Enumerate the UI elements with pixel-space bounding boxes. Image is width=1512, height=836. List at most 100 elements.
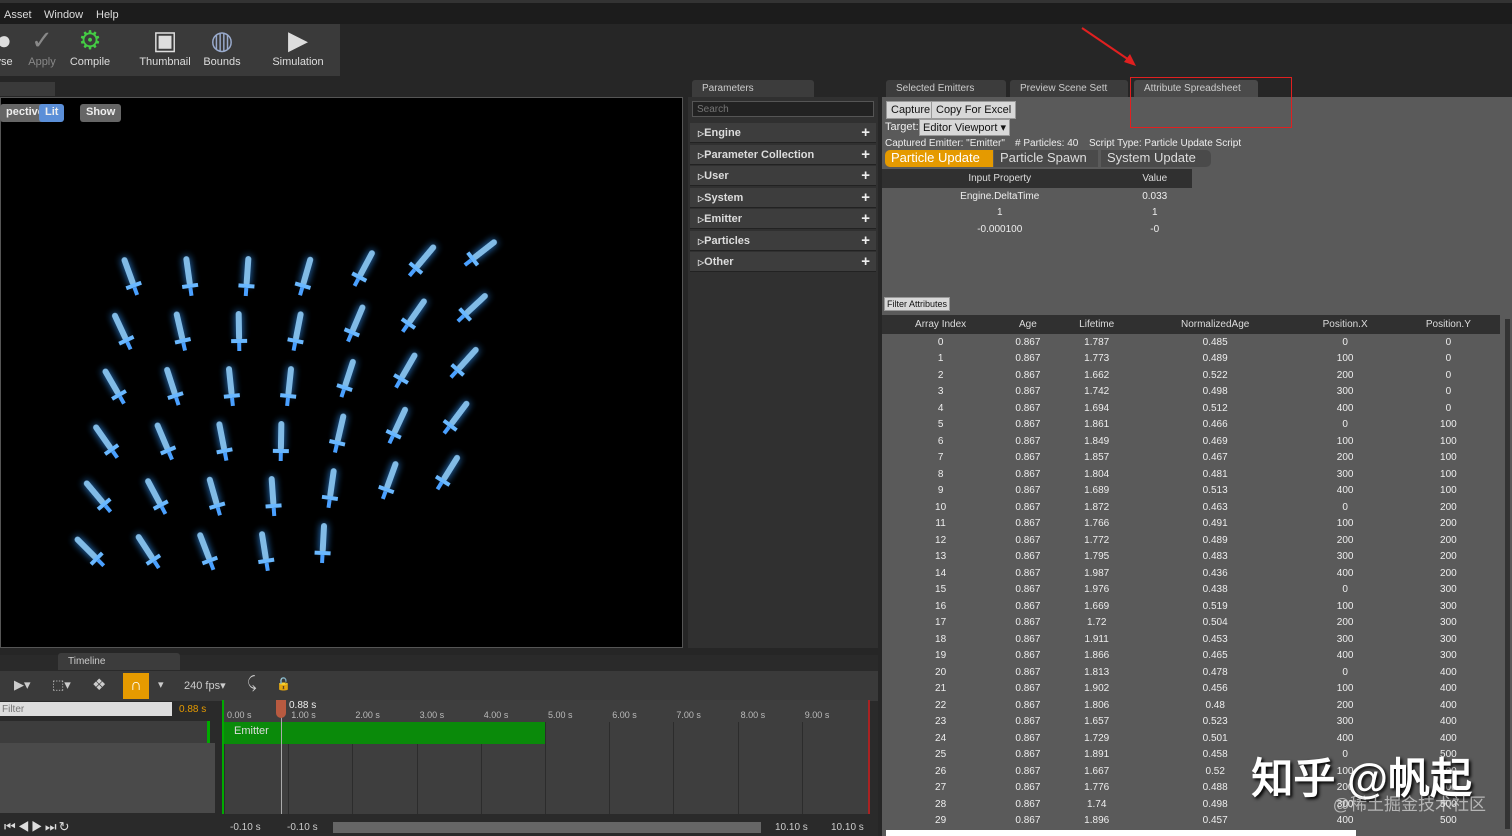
working-start[interactable]: -0.10 s	[287, 822, 318, 833]
add-icon[interactable]: +	[861, 124, 870, 141]
cell: 0.867	[1015, 386, 1041, 398]
copy-for-excel-button[interactable]: Copy For Excel	[931, 101, 1017, 119]
column-header[interactable]: Age	[999, 315, 1057, 334]
cell: 0.867	[1015, 551, 1041, 563]
cell: 1.861	[1084, 419, 1110, 431]
tab-particle-update[interactable]: Particle Update	[885, 150, 993, 167]
working-end[interactable]: 10.10 s	[775, 822, 808, 833]
keyframe-icon[interactable]: ❖	[92, 675, 106, 695]
compile-button[interactable]: ⚙ Compile	[66, 24, 114, 74]
column-header[interactable]: Position.X	[1293, 315, 1397, 334]
cell: 1.772	[1084, 534, 1110, 546]
play-dropdown[interactable]: ▶▾	[14, 677, 31, 693]
snap-magnet-icon[interactable]: ∩	[123, 673, 149, 699]
cell: 0	[1445, 402, 1452, 414]
apply-button[interactable]: ✓ Apply	[24, 24, 60, 74]
cell: 0.485	[1202, 336, 1228, 348]
tab-timeline[interactable]: Timeline	[58, 653, 180, 670]
lit-button[interactable]: Lit	[39, 104, 65, 122]
menu-asset[interactable]: Asset	[4, 9, 32, 21]
thumbnail-button[interactable]: ▣ Thumbnail	[138, 24, 192, 74]
range-slider[interactable]	[333, 822, 761, 833]
param-section[interactable]: ▷Engine +	[690, 123, 876, 143]
filter-attributes-button[interactable]: Filter Attributes	[884, 297, 951, 311]
sword-particle	[343, 304, 366, 343]
timeline-filter-input[interactable]	[0, 702, 172, 716]
cell: 0.867	[1015, 716, 1041, 728]
preview-viewport[interactable]	[0, 97, 683, 648]
browse-button[interactable]: ●vse	[0, 24, 16, 74]
tab-0[interactable]: Selected Emitters	[886, 80, 1006, 97]
column-header[interactable]: Position.Y	[1396, 315, 1500, 334]
tab-system-update[interactable]: System Update	[1101, 150, 1211, 167]
emitter-track-header[interactable]	[0, 721, 210, 743]
playhead-time: 0.88 s	[289, 700, 317, 711]
param-section[interactable]: ▷Particles +	[690, 230, 876, 251]
viewport-tab[interactable]	[0, 82, 55, 96]
add-icon[interactable]: +	[861, 210, 870, 227]
tab-1[interactable]: Preview Scene Sett	[1010, 80, 1128, 97]
parameters-search-input[interactable]	[692, 101, 874, 117]
attribute-spreadsheet-panel: Capture Copy For Excel Target: Editor Vi…	[882, 97, 1512, 836]
menu-window[interactable]: Window	[44, 9, 83, 21]
select-dropdown[interactable]: ⬚▾	[52, 677, 71, 693]
bounds-button[interactable]: ◍ Bounds	[200, 24, 244, 74]
sword-particle	[407, 244, 437, 278]
cell: 0	[1342, 419, 1348, 431]
param-section[interactable]: ▷User +	[690, 166, 876, 186]
horizontal-scrollbar[interactable]	[886, 830, 1356, 836]
column-header[interactable]: Array Index	[882, 315, 1000, 334]
cell: 0.48	[1205, 699, 1225, 711]
lock-icon[interactable]: 🔓	[276, 677, 291, 691]
show-button[interactable]: Show	[80, 104, 122, 122]
section-label: Parameter Collection	[704, 148, 815, 161]
cell: 24	[935, 732, 947, 744]
simulation-button[interactable]: ▶ Simulation	[270, 24, 326, 74]
snap-dropdown[interactable]: ▾	[158, 678, 164, 691]
target-dropdown[interactable]: Editor Viewport ▾	[919, 119, 1010, 136]
add-icon[interactable]: +	[861, 253, 870, 270]
view-start[interactable]: -0.10 s	[230, 822, 261, 833]
sword-particle	[121, 257, 142, 296]
add-icon[interactable]: +	[861, 167, 870, 184]
param-section[interactable]: ▷System +	[690, 187, 876, 208]
emitter-track-bar[interactable]: Emitter	[224, 722, 545, 744]
param-section[interactable]: ▷Other +	[690, 252, 876, 272]
add-icon[interactable]: +	[861, 232, 870, 249]
timeline-track-area[interactable]: 0.00 s 1.00 s 2.00 s 3.00 s 4.00 s 5.00 s 6.00…	[222, 700, 870, 814]
cell: 100	[1336, 353, 1354, 365]
add-icon[interactable]: +	[861, 189, 870, 206]
curve-icon[interactable]: ⤹	[247, 675, 257, 693]
cell: 1.773	[1084, 353, 1110, 365]
transport-controls[interactable]: ⏮◀▶⏭↻	[0, 818, 215, 836]
view-end[interactable]: 10.10 s	[831, 822, 864, 833]
table-row: 12 0.867 1.772 0.489 200 200	[882, 532, 1500, 549]
cell: 0.867	[1015, 567, 1041, 579]
cell: 0.489	[1202, 534, 1228, 546]
param-section[interactable]: ▷Emitter +	[690, 209, 876, 229]
sword-particle	[258, 531, 275, 572]
cell: 0.469	[1202, 435, 1228, 447]
cell: 0	[937, 336, 944, 348]
sword-particle	[164, 366, 184, 406]
cell: 200	[1336, 452, 1354, 464]
playhead-handle[interactable]	[276, 700, 286, 718]
cell: 1.72	[1086, 617, 1107, 629]
capture-button[interactable]: Capture	[886, 101, 936, 119]
scrollbar[interactable]	[1505, 319, 1510, 829]
column-header[interactable]: NormalizedAge	[1136, 315, 1294, 334]
table-row: 5 0.867 1.861 0.466 0 100	[882, 417, 1500, 434]
fps-dropdown[interactable]: 240 fps▾	[184, 679, 226, 692]
add-icon[interactable]: +	[861, 146, 870, 163]
param-section[interactable]: ▷Parameter Collection +	[690, 144, 876, 165]
menu-help[interactable]: Help	[96, 9, 119, 21]
cell: 0.457	[1202, 815, 1228, 827]
cell: 16	[935, 600, 947, 612]
cell: 0.867	[1015, 435, 1041, 447]
input-row: Engine.DeltaTime 0.033	[882, 188, 1192, 205]
tab-particle-spawn[interactable]: Particle Spawn	[994, 150, 1098, 167]
column-header[interactable]: Lifetime	[1056, 315, 1137, 334]
tab-parameters[interactable]: Parameters	[692, 80, 814, 97]
apply-icon: ✓	[31, 25, 53, 55]
cell: 1.813	[1084, 666, 1110, 678]
